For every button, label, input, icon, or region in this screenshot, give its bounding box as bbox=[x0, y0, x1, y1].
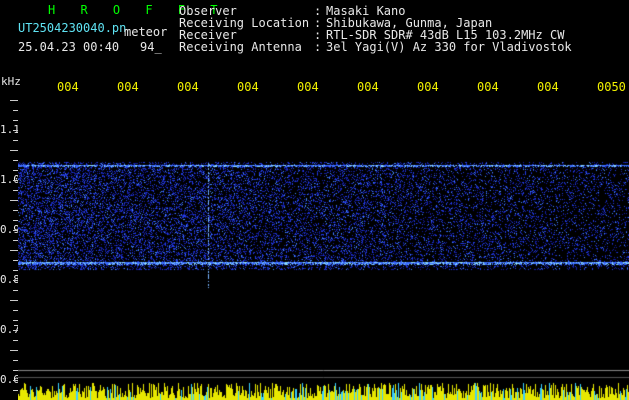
time-label: 004 bbox=[117, 80, 139, 94]
datetime: 25.04.23 00:40 bbox=[18, 40, 120, 54]
antenna-value: 3el Yagi(V) Az 330 for Vladivostok bbox=[326, 40, 572, 54]
frequency-axis-ticks bbox=[10, 100, 18, 391]
time-label: 004 bbox=[57, 80, 79, 94]
time-label: 004 bbox=[357, 80, 379, 94]
time-label: 0050 bbox=[597, 80, 626, 94]
unit-label: kHz bbox=[1, 75, 21, 88]
time-label: 004 bbox=[297, 80, 319, 94]
time-label: 004 bbox=[237, 80, 259, 94]
detection-tag: meteor bbox=[124, 25, 168, 39]
time-label: 004 bbox=[477, 80, 499, 94]
time-label: 004 bbox=[417, 80, 439, 94]
count: 94_ bbox=[140, 40, 162, 54]
antenna-sep: : bbox=[314, 40, 322, 54]
amplitude-bar bbox=[18, 382, 629, 400]
filename: UT2504230040.pn bbox=[18, 21, 127, 35]
time-label: 004 bbox=[537, 80, 559, 94]
spectrogram-plot bbox=[18, 96, 629, 400]
antenna-label: Receiving Antenna bbox=[179, 40, 302, 54]
time-label: 004 bbox=[177, 80, 199, 94]
